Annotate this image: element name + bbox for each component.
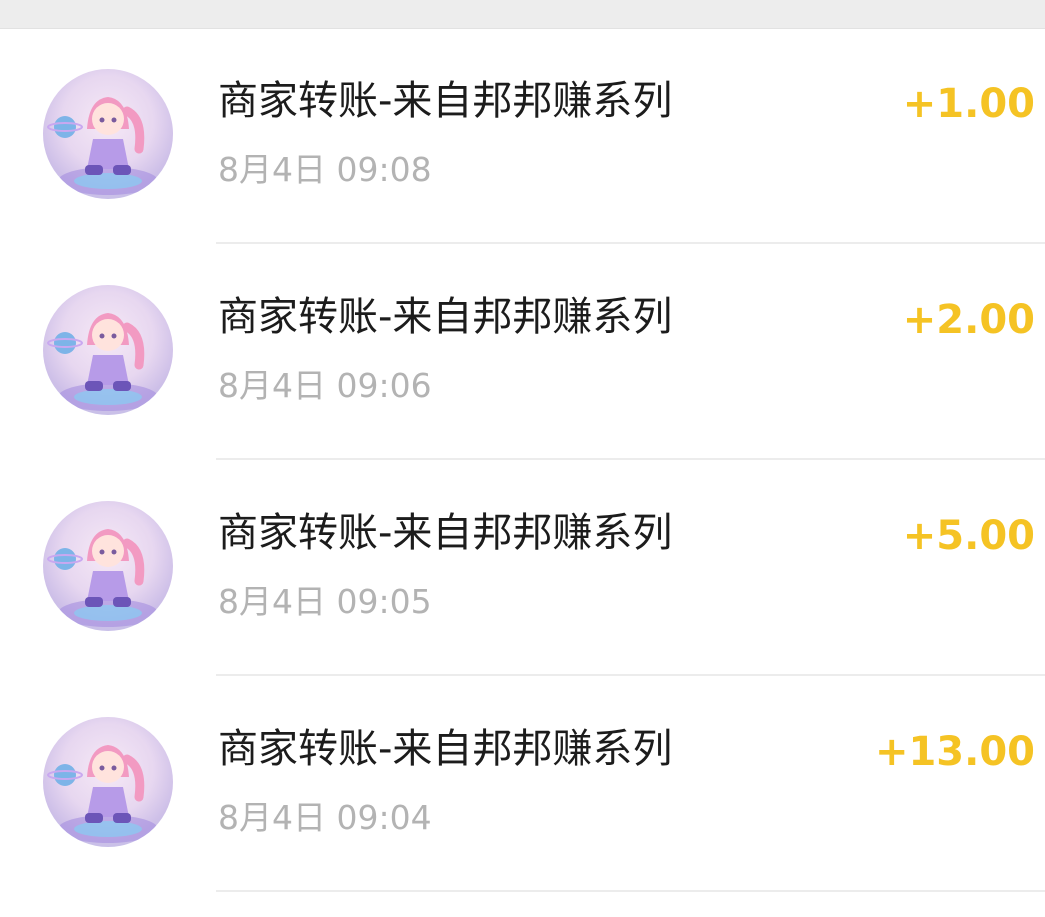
avatar	[43, 717, 173, 847]
top-bar	[0, 0, 1045, 29]
transaction-row[interactable]: 商家转账-来自邦邦赚系列 8月4日 09:05 +5.00	[0, 460, 1045, 676]
transaction-title: 商家转账-来自邦邦赚系列	[218, 294, 673, 340]
transaction-row[interactable]: 商家转账-来自邦邦赚系列 8月4日 09:04 +13.00	[0, 676, 1045, 892]
transaction-title: 商家转账-来自邦邦赚系列	[218, 726, 673, 772]
row-divider	[216, 890, 1045, 892]
avatar	[43, 285, 173, 415]
transaction-amount: +5.00	[902, 513, 1035, 559]
transaction-amount: +2.00	[902, 297, 1035, 343]
transaction-row[interactable]: 商家转账-来自邦邦赚系列 8月4日 09:08 +1.00	[0, 28, 1045, 244]
transaction-time: 8月4日 09:08	[218, 150, 432, 189]
anime-girl-avatar-icon	[47, 97, 158, 195]
transaction-title: 商家转账-来自邦邦赚系列	[218, 510, 673, 556]
transaction-amount: +13.00	[874, 729, 1035, 775]
anime-girl-avatar-icon	[47, 529, 158, 627]
transaction-time: 8月4日 09:06	[218, 366, 432, 405]
anime-girl-avatar-icon	[47, 745, 158, 843]
transaction-amount: +1.00	[902, 81, 1035, 127]
transaction-time: 8月4日 09:04	[218, 798, 432, 837]
transaction-time: 8月4日 09:05	[218, 582, 432, 621]
transaction-title: 商家转账-来自邦邦赚系列	[218, 78, 673, 124]
transaction-list: 商家转账-来自邦邦赚系列 8月4日 09:08 +1.00 商家转账-来自邦邦赚…	[0, 28, 1045, 892]
avatar	[43, 69, 173, 199]
avatar	[43, 501, 173, 631]
transaction-row[interactable]: 商家转账-来自邦邦赚系列 8月4日 09:06 +2.00	[0, 244, 1045, 460]
anime-girl-avatar-icon	[47, 313, 158, 411]
